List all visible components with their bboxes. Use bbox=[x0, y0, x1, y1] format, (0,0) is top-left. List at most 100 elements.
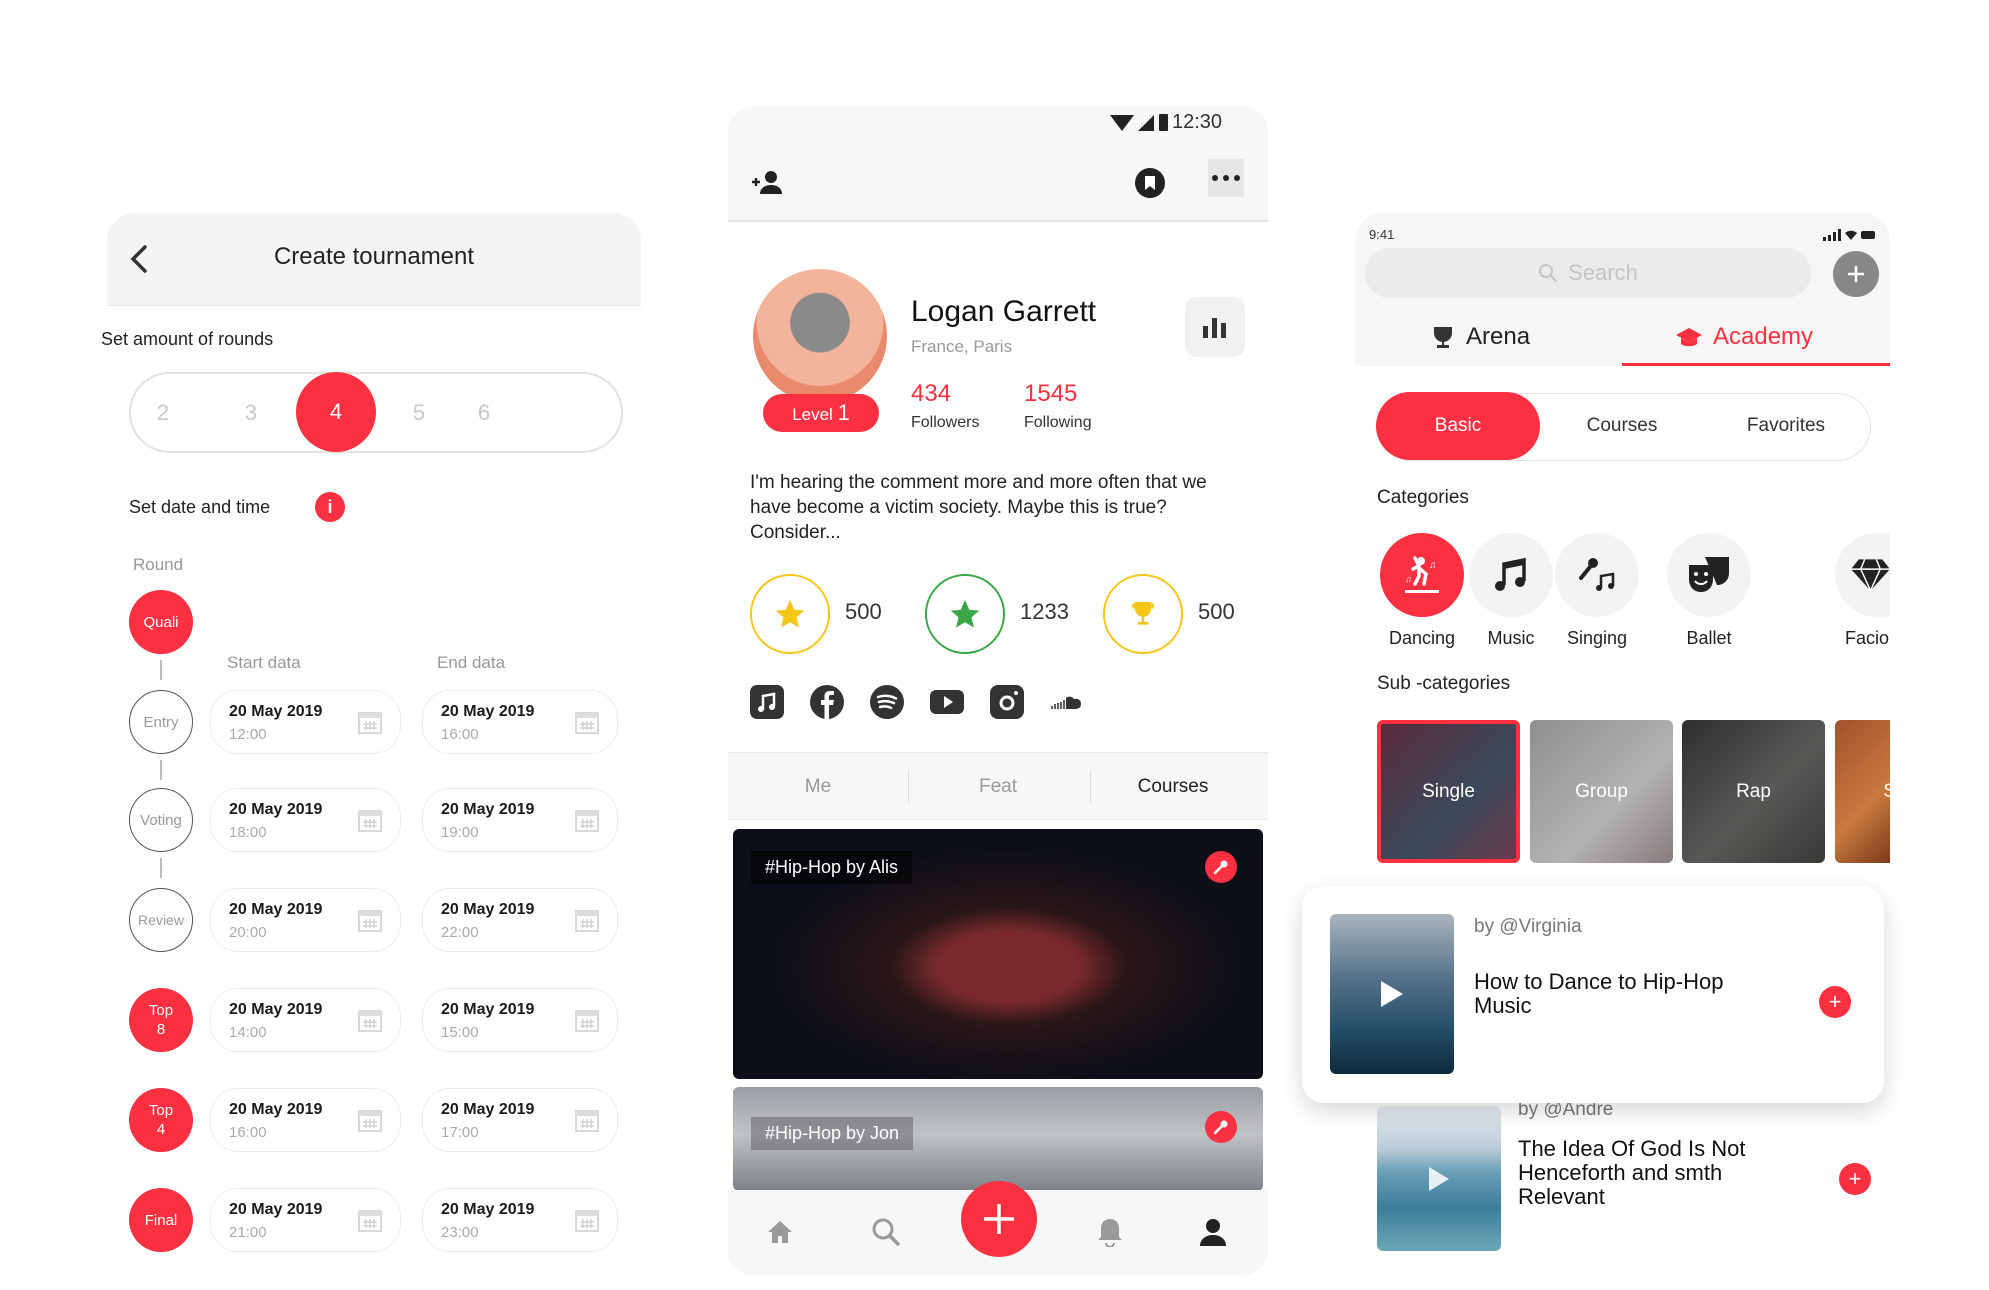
round-option-3[interactable]: 3 bbox=[211, 374, 291, 451]
following-label[interactable]: Following bbox=[1024, 414, 1092, 432]
end-date-field[interactable]: 20 May 2019 15:00 bbox=[422, 988, 618, 1052]
category-music[interactable] bbox=[1469, 533, 1553, 617]
calendar-icon bbox=[358, 1210, 382, 1232]
youtube-icon[interactable] bbox=[930, 685, 964, 719]
course-thumbnail[interactable] bbox=[1377, 1106, 1501, 1251]
subcategory-single[interactable]: Single bbox=[1377, 720, 1520, 863]
gold-star-badge[interactable] bbox=[750, 574, 830, 654]
post-card[interactable]: #Hip-Hop by Jon bbox=[733, 1087, 1263, 1191]
end-date-field[interactable]: 20 May 2019 22:00 bbox=[422, 888, 618, 952]
nav-home[interactable] bbox=[760, 1212, 800, 1252]
tab-me[interactable]: Me bbox=[728, 753, 908, 821]
round-option-4[interactable]: 4 bbox=[296, 372, 376, 452]
rounds-selector[interactable]: 2 3 4 5 6 bbox=[129, 372, 623, 453]
soundcloud-icon[interactable] bbox=[1050, 685, 1088, 719]
add-button[interactable] bbox=[1833, 251, 1879, 297]
subcategory-group[interactable]: Group bbox=[1530, 720, 1673, 863]
round-option-2[interactable]: 2 bbox=[123, 374, 203, 451]
info-icon[interactable]: i bbox=[315, 492, 345, 522]
course-author: by @Virginia bbox=[1474, 916, 1582, 937]
trophy-badge[interactable] bbox=[1103, 574, 1183, 654]
academy-screen: 9:41 Search Arena Academy Basic Courses … bbox=[1355, 213, 1890, 1290]
add-course-button[interactable]: + bbox=[1839, 1163, 1871, 1195]
tab-courses[interactable]: Courses bbox=[1083, 753, 1263, 821]
mic-button[interactable] bbox=[1205, 851, 1237, 883]
timeline-connector bbox=[160, 660, 162, 680]
green-star-badge[interactable] bbox=[925, 574, 1005, 654]
end-time: 22:00 bbox=[441, 924, 479, 941]
end-date: 20 May 2019 bbox=[441, 901, 535, 918]
segment-basic[interactable]: Basic bbox=[1376, 392, 1540, 460]
followers-count[interactable]: 434 bbox=[911, 380, 951, 408]
end-date: 20 May 2019 bbox=[441, 801, 535, 818]
tab-feat[interactable]: Feat bbox=[908, 753, 1088, 821]
nav-search[interactable] bbox=[866, 1212, 906, 1252]
stage-entry[interactable]: Entry bbox=[129, 690, 193, 754]
calendar-icon bbox=[358, 810, 382, 832]
bookmark-button[interactable] bbox=[1130, 163, 1170, 203]
facebook-icon[interactable] bbox=[810, 685, 844, 719]
segment-courses[interactable]: Courses bbox=[1540, 392, 1704, 460]
stage-final[interactable]: Final bbox=[129, 1188, 193, 1252]
end-time: 19:00 bbox=[441, 824, 479, 841]
more-dots-icon bbox=[1212, 175, 1240, 181]
calendar-icon bbox=[575, 910, 599, 932]
end-date-field[interactable]: 20 May 2019 23:00 bbox=[422, 1188, 618, 1252]
end-date-field[interactable]: 20 May 2019 16:00 bbox=[422, 690, 618, 754]
add-friend-button[interactable] bbox=[748, 163, 788, 203]
more-options-button[interactable] bbox=[1208, 159, 1244, 197]
tab-academy[interactable]: Academy bbox=[1675, 323, 1813, 351]
search-input[interactable]: Search bbox=[1365, 248, 1811, 298]
start-date-field[interactable]: 20 May 2019 20:00 bbox=[210, 888, 401, 952]
start-date-field[interactable]: 20 May 2019 12:00 bbox=[210, 690, 401, 754]
course-card[interactable]: by @Virginia How to Dance to Hip-Hop Mus… bbox=[1302, 886, 1884, 1103]
tab-arena[interactable]: Arena bbox=[1430, 323, 1530, 351]
bookmark-icon bbox=[1135, 168, 1165, 198]
subcategory-rap[interactable]: Rap bbox=[1682, 720, 1825, 863]
start-date-field[interactable]: 20 May 2019 18:00 bbox=[210, 788, 401, 852]
microphone-icon bbox=[1213, 1120, 1228, 1135]
nav-profile[interactable] bbox=[1193, 1212, 1233, 1252]
course-title[interactable]: The Idea Of God Is Not Henceforth and sm… bbox=[1518, 1137, 1778, 1209]
status-icons bbox=[1110, 114, 1168, 131]
end-column-label: End data bbox=[437, 653, 506, 672]
subcategories-label: Sub -categories bbox=[1377, 673, 1511, 694]
course-title[interactable]: How to Dance to Hip-Hop Music bbox=[1474, 970, 1764, 1018]
stage-quali[interactable]: Quali bbox=[129, 590, 193, 654]
instagram-icon[interactable] bbox=[990, 685, 1024, 719]
course-thumbnail[interactable] bbox=[1330, 914, 1454, 1074]
category-facio[interactable] bbox=[1835, 533, 1890, 617]
round-option-6[interactable]: 6 bbox=[444, 374, 524, 451]
end-date-field[interactable]: 20 May 2019 19:00 bbox=[422, 788, 618, 852]
profile-bio: I'm hearing the comment more and more of… bbox=[750, 472, 1207, 543]
following-count[interactable]: 1545 bbox=[1024, 380, 1077, 408]
stage-review[interactable]: Review bbox=[129, 888, 193, 952]
segment-favorites[interactable]: Favorites bbox=[1704, 392, 1868, 460]
start-date-field[interactable]: 20 May 2019 14:00 bbox=[210, 988, 401, 1052]
stage-top-8[interactable]: Top 8 bbox=[129, 988, 193, 1052]
apple-music-icon[interactable] bbox=[750, 685, 784, 719]
calendar-icon bbox=[358, 910, 382, 932]
nav-notifications[interactable] bbox=[1090, 1212, 1130, 1252]
mic-button[interactable] bbox=[1205, 1111, 1237, 1143]
category-singing[interactable] bbox=[1555, 533, 1639, 617]
post-card[interactable]: #Hip-Hop by Alis bbox=[733, 829, 1263, 1079]
add-post-button[interactable] bbox=[961, 1181, 1037, 1257]
end-date: 20 May 2019 bbox=[441, 703, 535, 720]
followers-label[interactable]: Followers bbox=[911, 414, 979, 432]
stage-voting[interactable]: Voting bbox=[129, 788, 193, 852]
stage-top-4[interactable]: Top 4 bbox=[129, 1088, 193, 1152]
end-date-field[interactable]: 20 May 2019 17:00 bbox=[422, 1088, 618, 1152]
category-dancing[interactable]: ♫ ♫ bbox=[1380, 533, 1464, 617]
profile-tabs: Me Feat Courses bbox=[728, 752, 1268, 820]
category-ballet[interactable] bbox=[1667, 533, 1751, 617]
start-date-field[interactable]: 20 May 2019 16:00 bbox=[210, 1088, 401, 1152]
add-course-button[interactable]: + bbox=[1819, 986, 1851, 1018]
start-date-field[interactable]: 20 May 2019 21:00 bbox=[210, 1188, 401, 1252]
start-date: 20 May 2019 bbox=[229, 1001, 323, 1018]
subcategory-partial[interactable]: S bbox=[1835, 720, 1890, 863]
calendar-icon bbox=[358, 712, 382, 734]
stats-button[interactable] bbox=[1185, 297, 1245, 357]
avatar[interactable] bbox=[753, 269, 887, 403]
spotify-icon[interactable] bbox=[870, 685, 904, 719]
